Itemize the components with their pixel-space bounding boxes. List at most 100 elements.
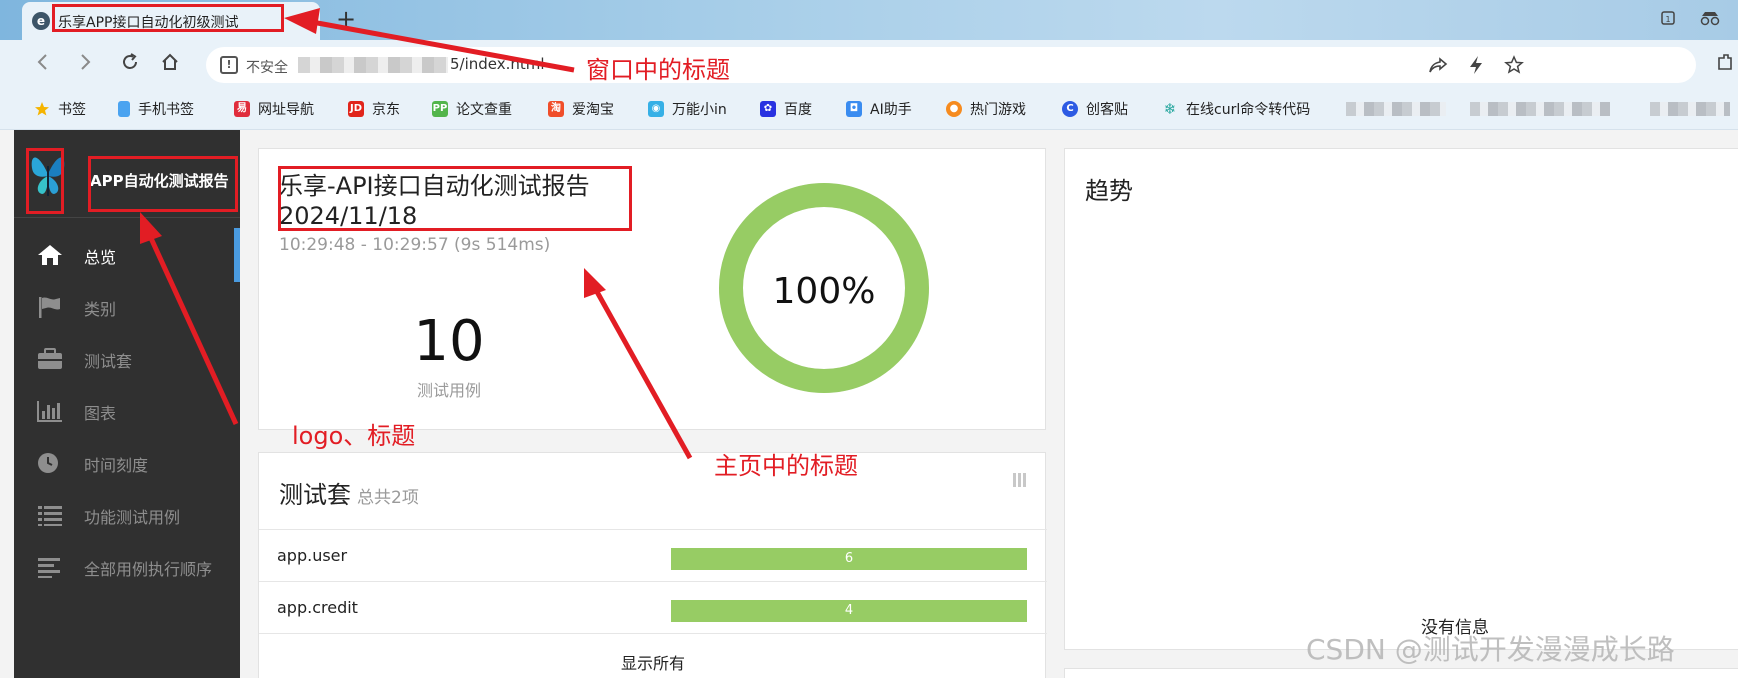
forward-icon[interactable] [76, 52, 94, 77]
baidu-icon: ✿ [760, 101, 776, 117]
robot-icon: ◉ [648, 101, 664, 117]
table-row[interactable]: app.user 6 [259, 529, 1047, 581]
bookmark-label: 创客贴 [1086, 102, 1128, 118]
tab-count-icon[interactable]: 1 [1660, 10, 1676, 30]
insecure-label[interactable]: 不安全 [246, 57, 288, 77]
page-left-edge [0, 130, 14, 678]
suites-card: 测试套 总共2项 app.user 6 app.credit 4 显示所有 [258, 452, 1047, 678]
sidebar-item-overview[interactable]: 总览 [14, 228, 240, 282]
bookmark-label: 书签 [58, 102, 86, 118]
bookmark-item[interactable]: JD 京东 [348, 98, 400, 120]
bookmarks-bar: 书签 手机书签 易 网址导航 JD 京东 PP 论文查重 淘 爱淘宝 ◉ 万能小… [0, 90, 1738, 130]
suite-status-bar: 6 [671, 548, 1027, 570]
new-tab-button[interactable]: + [336, 5, 356, 33]
show-all-link[interactable]: 显示所有 [259, 650, 1047, 674]
blurred-url-segment [298, 57, 448, 73]
flag-icon [39, 297, 60, 318]
bookmark-label: 爱淘宝 [572, 102, 614, 118]
star-icon [34, 101, 50, 117]
sidebar-item-label: 类别 [84, 300, 117, 319]
url-text[interactable]: 5/index.html [450, 55, 545, 73]
bookmark-label: 万能小in [672, 102, 727, 118]
annotation-box-window-title [52, 4, 284, 32]
suite-name: app.user [277, 546, 348, 565]
bookmark-label: 京东 [372, 102, 400, 118]
screenshot: e 乐享APP接口自动化初级测试 × + 1 ! 不安全 5/index.htm… [0, 0, 1738, 678]
bookmark-item[interactable]: 易 网址导航 [234, 98, 314, 120]
sidebar-item-packages[interactable]: 全部用例执行顺序 [14, 540, 240, 594]
warning-icon[interactable]: ! [220, 56, 238, 74]
sidebar-item-timeline[interactable]: 时间刻度 [14, 436, 240, 490]
trend-title: 趋势 [1085, 177, 1133, 205]
annotation-home-title: 主页中的标题 [714, 452, 858, 480]
sidebar-item-behaviors[interactable]: 功能测试用例 [14, 488, 240, 542]
bookmark-label: 在线curl命令转代码 [1186, 102, 1311, 118]
browser-nav-bar: ! 不安全 5/index.html [0, 40, 1738, 90]
address-bar[interactable]: ! 不安全 5/index.html [206, 47, 1696, 83]
phone-icon [118, 101, 130, 117]
bookmark-label: 百度 [784, 102, 812, 118]
annotation-box-logo [26, 148, 64, 214]
close-tab-icon[interactable]: × [298, 10, 311, 28]
bookmark-label: AI助手 [870, 102, 912, 118]
reload-icon[interactable] [120, 52, 140, 77]
sidebar-item-label: 图表 [84, 404, 117, 423]
sidebar-item-label: 总览 [84, 248, 117, 267]
sidebar-item-label: 时间刻度 [84, 456, 149, 475]
sidebar-item-categories[interactable]: 类别 [14, 280, 240, 334]
bar-chart-icon [37, 401, 62, 422]
blurred-bookmark [1346, 102, 1446, 116]
bookmark-item[interactable]: 淘 爱淘宝 [548, 98, 614, 120]
sidebar-item-graphs[interactable]: 图表 [14, 384, 240, 438]
curl-icon: ❄ [1163, 100, 1177, 118]
lightning-icon[interactable] [1468, 55, 1484, 80]
sidebar-item-label: 全部用例执行顺序 [84, 560, 213, 579]
bookmark-label: 论文查重 [456, 102, 512, 118]
bookmark-item[interactable]: ◉ 万能小in [648, 98, 727, 120]
ai-icon: ◘ [846, 101, 862, 117]
test-case-total: 10 [413, 309, 485, 374]
suite-name: app.credit [277, 598, 358, 617]
pass-rate-text: 100% [772, 271, 876, 312]
bookmark-item[interactable]: C 创客贴 [1062, 98, 1128, 120]
home-icon [38, 245, 62, 265]
bookmark-item[interactable]: ✿ 百度 [760, 98, 812, 120]
bookmark-label: 热门游戏 [970, 102, 1026, 118]
svg-text:1: 1 [1665, 15, 1670, 24]
test-case-label: 测试用例 [416, 381, 481, 400]
annotation-logo-title: logo、标题 [292, 422, 416, 450]
taobao-icon: 淘 [548, 101, 564, 117]
share-icon[interactable] [1428, 55, 1448, 80]
bookmark-item[interactable]: 手机书签 [118, 98, 194, 120]
trend-card: 趋势 没有信息 [1064, 148, 1738, 650]
annotation-box-home-title [278, 166, 632, 231]
star-bookmark-icon[interactable] [1504, 55, 1524, 80]
incognito-icon[interactable] [1700, 10, 1720, 30]
bookmark-item[interactable]: PP 论文查重 [432, 98, 512, 120]
suites-heading: 测试套 [279, 481, 351, 509]
align-left-icon [38, 558, 60, 578]
show-all-row: 显示所有 [259, 633, 1047, 673]
bookmark-item[interactable]: ◘ AI助手 [846, 98, 912, 120]
annotation-box-app-title [88, 156, 238, 212]
blurred-bookmark [1650, 102, 1730, 116]
bookmark-item[interactable]: 书签 [34, 98, 86, 120]
back-icon[interactable] [34, 52, 52, 77]
blurred-bookmark [1470, 102, 1610, 116]
sidebar-item-label: 功能测试用例 [84, 508, 181, 527]
bookmark-item[interactable]: ❄ 在线curl命令转代码 [1162, 98, 1311, 120]
drag-grip-icon[interactable] [1013, 473, 1027, 487]
home-browser-icon[interactable] [160, 52, 180, 77]
bookmark-label: 网址导航 [258, 102, 314, 118]
sidebar-item-label: 测试套 [84, 352, 133, 371]
sidebar-item-suites[interactable]: 测试套 [14, 332, 240, 386]
table-row[interactable]: app.credit 4 [259, 581, 1047, 633]
game-icon: ● [946, 101, 962, 117]
jd-icon: JD [348, 101, 364, 117]
bookmark-item[interactable]: ● 热门游戏 [946, 98, 1026, 120]
next-card-edge [1064, 668, 1738, 678]
annotation-window-title: 窗口中的标题 [586, 56, 730, 84]
extensions-icon[interactable] [1716, 52, 1734, 77]
suite-status-bar: 4 [671, 600, 1027, 622]
chuangketie-icon: C [1062, 101, 1078, 117]
